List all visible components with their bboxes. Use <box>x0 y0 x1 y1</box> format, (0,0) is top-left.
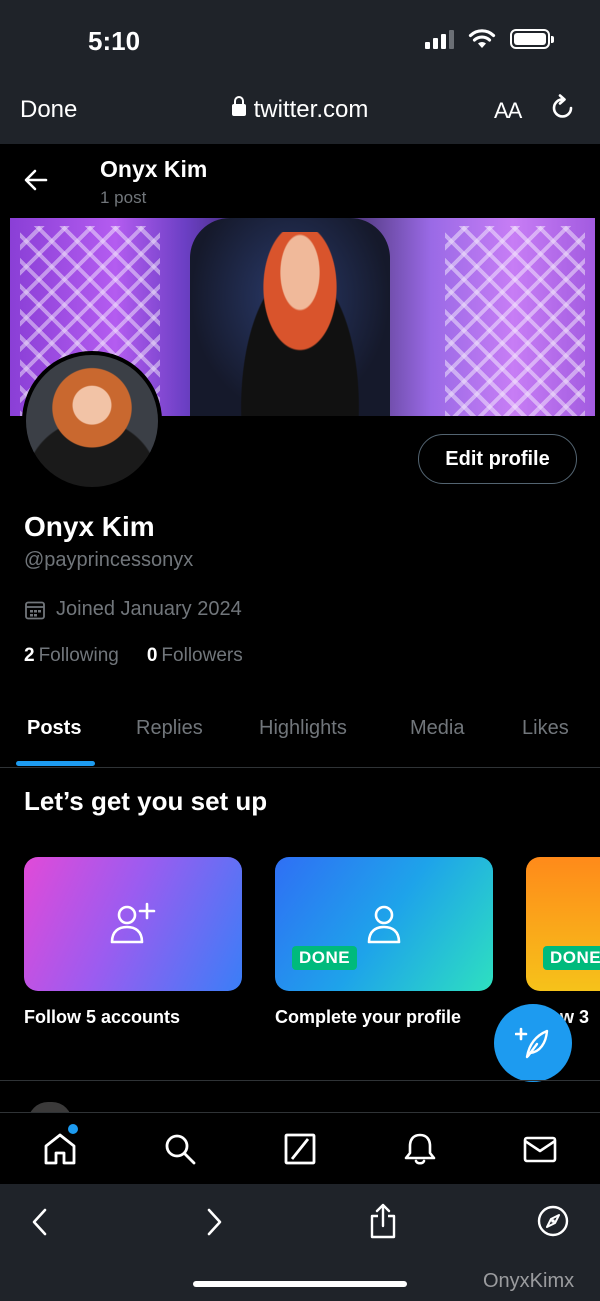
edit-profile-button[interactable]: Edit profile <box>418 434 577 484</box>
status-icons <box>425 28 554 50</box>
browser-top-bar: Done twitter.com AA <box>0 78 600 144</box>
setup-card-partial[interactable]: DONE <box>526 857 600 991</box>
calendar-icon <box>25 601 45 619</box>
section-divider <box>0 1080 600 1081</box>
joined-date: Joined January 2024 <box>24 598 242 621</box>
compass-icon[interactable] <box>536 1204 570 1238</box>
profile-name: Onyx Kim <box>24 511 155 542</box>
lock-icon <box>231 96 246 116</box>
setup-card-follow-label: Follow 5 accounts <box>24 1007 181 1027</box>
home-icon[interactable] <box>42 1131 78 1167</box>
follow-stats: 2 Following 0 Followers <box>24 645 243 667</box>
url-text: twitter.com <box>253 96 369 123</box>
tab-posts[interactable]: Posts <box>27 717 81 740</box>
followers-label: Followers <box>161 645 243 666</box>
messages-icon[interactable] <box>522 1131 558 1167</box>
tab-media[interactable]: Media <box>410 717 464 740</box>
status-bar: 5:10 <box>0 0 600 78</box>
avatar[interactable] <box>22 351 162 491</box>
followers-link[interactable]: 0 Followers <box>147 645 243 667</box>
grok-icon[interactable] <box>282 1131 318 1167</box>
share-icon[interactable] <box>368 1202 398 1240</box>
notifications-icon[interactable] <box>402 1131 438 1167</box>
setup-title: Let’s get you set up <box>24 786 268 816</box>
search-icon[interactable] <box>162 1131 198 1167</box>
battery-icon <box>510 29 554 49</box>
header-post-count: 1 post <box>100 188 147 207</box>
add-user-icon <box>110 902 156 944</box>
tab-replies[interactable]: Replies <box>136 717 203 740</box>
followers-count: 0 <box>146 645 158 666</box>
header-name: Onyx Kim <box>100 156 208 182</box>
home-notification-dot <box>68 1124 78 1134</box>
compose-feather-icon <box>515 1027 549 1059</box>
done-badge: DONE <box>292 946 358 970</box>
active-tab-indicator <box>16 761 95 766</box>
profile-tabs: Posts Replies Highlights Media Likes <box>0 700 600 768</box>
status-time: 5:10 <box>88 26 141 56</box>
following-link[interactable]: 2 Following <box>24 645 119 667</box>
reload-icon[interactable] <box>550 94 576 122</box>
setup-card-profile[interactable]: DONE <box>275 857 493 991</box>
back-arrow-icon[interactable] <box>22 166 50 194</box>
setup-card-profile-label: Complete your profile <box>275 1007 462 1027</box>
tab-highlights[interactable]: Highlights <box>259 717 347 740</box>
profile-header: Onyx Kim 1 post <box>0 144 600 218</box>
cellular-signal-icon <box>425 29 454 49</box>
home-indicator[interactable] <box>193 1281 407 1287</box>
profile-handle: @payprincessonyx <box>24 549 194 571</box>
done-badge: DONE <box>543 946 600 970</box>
following-count: 2 <box>24 645 35 666</box>
compose-post-button[interactable] <box>494 1004 572 1082</box>
text-size-button[interactable]: AA <box>494 98 522 124</box>
setup-card-follow[interactable] <box>24 857 242 991</box>
wifi-icon <box>468 29 496 48</box>
joined-text: Joined January 2024 <box>56 598 242 620</box>
watermark: OnyxKimx <box>483 1270 575 1292</box>
user-icon <box>367 905 401 944</box>
browser-bottom-bar: OnyxKimx <box>0 1184 600 1301</box>
back-icon[interactable] <box>28 1206 52 1238</box>
tab-likes[interactable]: Likes <box>522 717 569 740</box>
following-label: Following <box>38 645 119 666</box>
forward-icon[interactable] <box>202 1206 226 1238</box>
bottom-nav <box>0 1112 600 1184</box>
